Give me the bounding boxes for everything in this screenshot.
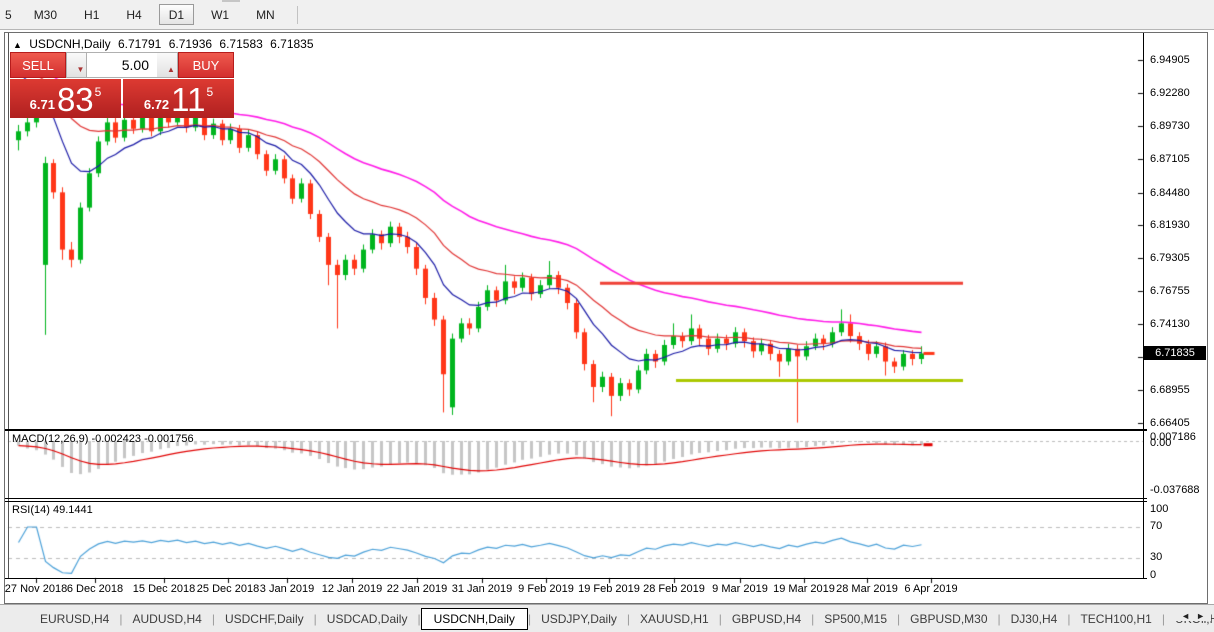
tab-tech100-h1[interactable]: TECH100,H1 <box>1070 608 1161 630</box>
buy-price-box[interactable]: 6.72115 <box>123 79 234 118</box>
rsi-axis-label: 100 <box>1150 503 1168 515</box>
volume-increase-button[interactable]: ▲ <box>157 52 178 78</box>
arrow-up-icon: ▲ <box>167 65 175 74</box>
macd-rsi-separator2 <box>5 501 1147 502</box>
rsi-indicator-label: RSI(14) 49.1441 <box>12 504 93 516</box>
tab-dj30-h4[interactable]: DJ30,H4 <box>1001 608 1068 630</box>
sell-price-box[interactable]: 6.71835 <box>10 79 121 118</box>
tab-eurusd-h4[interactable]: EURUSD,H4 <box>30 608 119 630</box>
chart-window[interactable]: ▲ USDCNH,Daily 6.71791 6.71936 6.71583 6… <box>4 32 1208 604</box>
timeframe-button-mn[interactable]: MN <box>246 4 285 25</box>
sell-price-pips: 83 <box>57 85 94 115</box>
toolbar-sliver <box>222 0 240 2</box>
toolbar-separator <box>297 6 298 24</box>
macd-axis-label: 0.00 <box>1150 437 1171 449</box>
rsi-bottom-border <box>5 578 1147 579</box>
main-macd-separator[interactable] <box>5 429 1147 431</box>
price-axis-label: 6.84480 <box>1150 187 1206 199</box>
tab-sp500-m15[interactable]: SP500,M15 <box>814 608 897 630</box>
tab-gbpusd-m30[interactable]: GBPUSD,M30 <box>900 608 997 630</box>
macd-indicator-label: MACD(12,26,9) -0.002423 -0.001756 <box>12 433 194 445</box>
time-axis-label: 22 Jan 2019 <box>387 583 448 595</box>
tab-scroll-right-button[interactable]: ► <box>1196 611 1211 621</box>
time-axis-label: 9 Feb 2019 <box>518 583 574 595</box>
buy-price-pips: 11 <box>171 85 205 115</box>
ohlc-high: 6.71936 <box>169 37 212 51</box>
price-axis-label: 6.87105 <box>1150 153 1206 165</box>
timeframe-button-5[interactable]: 5 <box>0 4 17 25</box>
time-axis-label: 28 Mar 2019 <box>836 583 898 595</box>
ohlc-close: 6.71835 <box>270 37 313 51</box>
time-axis-label: 28 Feb 2019 <box>643 583 705 595</box>
sell-price-point: 5 <box>95 85 102 99</box>
time-axis-label: 3 Jan 2019 <box>260 583 314 595</box>
tab-scroll-left-button[interactable]: ◄ <box>1181 611 1196 621</box>
price-axis-label: 6.94905 <box>1150 54 1206 66</box>
time-axis-label: 19 Feb 2019 <box>578 583 640 595</box>
time-axis-label: 19 Mar 2019 <box>773 583 835 595</box>
price-axis-label: 6.66405 <box>1150 417 1206 429</box>
tab-usdjpy-daily[interactable]: USDJPY,Daily <box>531 608 627 630</box>
arrow-down-icon: ▼ <box>77 65 85 74</box>
rsi-axis-label: 0 <box>1150 569 1156 581</box>
rsi-axis-label: 30 <box>1150 551 1162 563</box>
price-axis-label: 6.81930 <box>1150 219 1206 231</box>
time-axis-label: 6 Dec 2018 <box>67 583 123 595</box>
current-price-badge: 6.71835 <box>1144 346 1206 360</box>
volume-decrease-button[interactable]: ▼ <box>66 52 87 78</box>
timeframe-button-h1[interactable]: H1 <box>74 4 109 25</box>
chart-header: ▲ USDCNH,Daily 6.71791 6.71936 6.71583 6… <box>13 37 318 51</box>
sell-price-prefix: 6.71 <box>30 97 55 112</box>
macd-rsi-separator[interactable] <box>5 498 1147 499</box>
time-axis-label: 25 Dec 2018 <box>197 583 259 595</box>
price-axis-label: 6.79305 <box>1150 252 1206 264</box>
tab-audusd-h4[interactable]: AUDUSD,H4 <box>122 608 211 630</box>
macd-axis-label: -0.037688 <box>1150 484 1200 496</box>
price-axis-label: 6.76755 <box>1150 285 1206 297</box>
tab-scroll-arrows: ◄► <box>1175 611 1211 621</box>
chart-symbol-period: USDCNH,Daily <box>29 37 110 51</box>
tab-usdcad-daily[interactable]: USDCAD,Daily <box>317 608 418 630</box>
timeframe-button-w1[interactable]: W1 <box>201 4 239 25</box>
volume-input[interactable] <box>87 52 157 78</box>
price-axis-label: 6.68955 <box>1150 384 1206 396</box>
price-chart-canvas[interactable] <box>5 33 1205 601</box>
ohlc-open: 6.71791 <box>118 37 161 51</box>
mt4-window: 5 M30 H1 H4 D1 W1 MN ▲ USDCNH,Daily 6.71791 6.… <box>0 0 1214 632</box>
time-axis-label: 6 Apr 2019 <box>904 583 957 595</box>
buy-price-point: 5 <box>206 85 213 99</box>
tab-usdcnh-daily[interactable]: USDCNH,Daily <box>421 608 528 630</box>
timeframe-button-h4[interactable]: H4 <box>116 4 151 25</box>
rsi-axis-label: 70 <box>1150 520 1162 532</box>
sell-button[interactable]: SELL <box>10 52 66 78</box>
chart-tab-bar: EURUSD,H4|AUDUSD,H4|USDCHF,Daily|USDCAD,… <box>0 604 1214 632</box>
price-axis-label: 6.92280 <box>1150 87 1206 99</box>
buy-price-prefix: 6.72 <box>144 97 169 112</box>
tab-usdchf-daily[interactable]: USDCHF,Daily <box>215 608 314 630</box>
time-axis-label: 31 Jan 2019 <box>452 583 513 595</box>
one-click-trading-panel: SELL ▼ ▲ BUY 6.71835 6.72115 <box>10 52 234 118</box>
ohlc-low: 6.71583 <box>219 37 262 51</box>
tab-xauusd-h1[interactable]: XAUUSD,H1 <box>630 608 719 630</box>
time-axis-label: 12 Jan 2019 <box>322 583 383 595</box>
timeframe-button-d1[interactable]: D1 <box>159 4 194 25</box>
time-axis-label: 9 Mar 2019 <box>712 583 768 595</box>
tab-gbpusd-h4[interactable]: GBPUSD,H4 <box>722 608 811 630</box>
timeframe-button-m30[interactable]: M30 <box>24 4 67 25</box>
price-axis-label: 6.74130 <box>1150 318 1206 330</box>
buy-button[interactable]: BUY <box>178 52 234 78</box>
timeframe-toolbar: 5 M30 H1 H4 D1 W1 MN <box>0 0 1214 30</box>
time-axis-label: 27 Nov 2018 <box>5 583 67 595</box>
price-axis-label: 6.89730 <box>1150 120 1206 132</box>
time-axis-label: 15 Dec 2018 <box>133 583 195 595</box>
collapse-chart-icon[interactable]: ▲ <box>13 40 22 50</box>
